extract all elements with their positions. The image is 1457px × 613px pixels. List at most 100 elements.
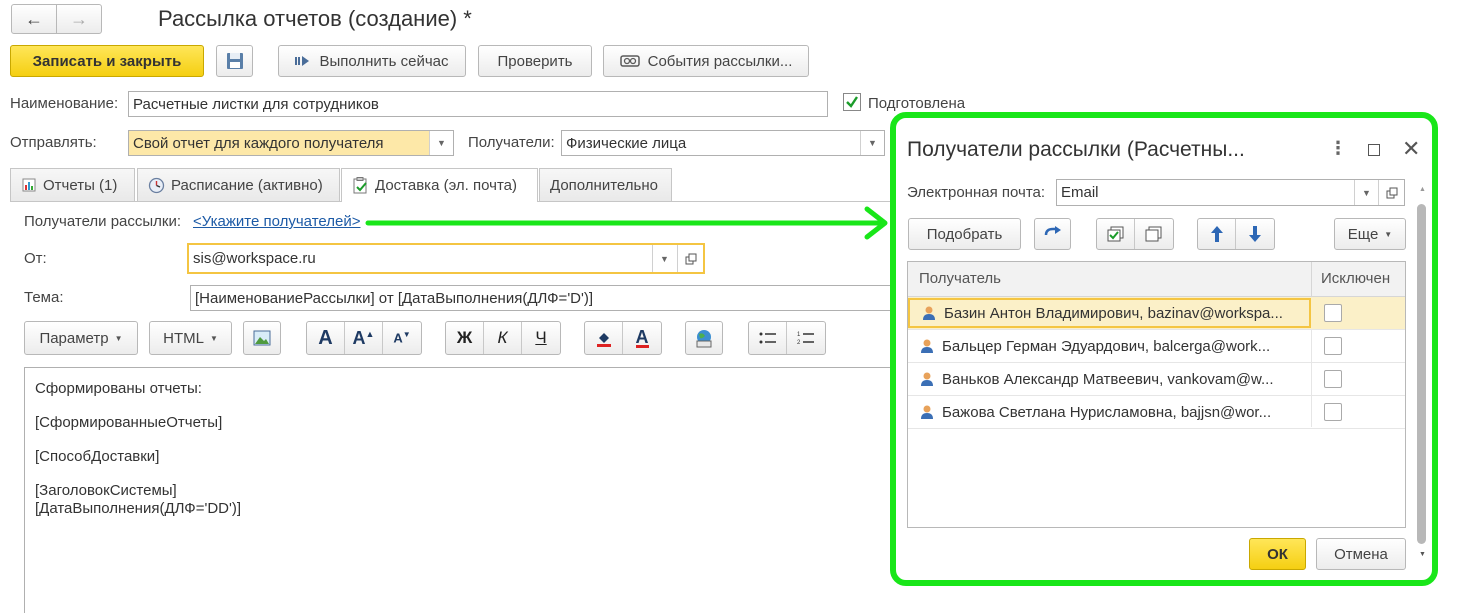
check-all-button[interactable]: [1097, 219, 1135, 249]
refresh-button[interactable]: [1034, 218, 1071, 250]
recipient-name: Бальцер Герман Эдуардович, balcerga@work…: [942, 337, 1271, 355]
report-icon: [22, 178, 36, 192]
table-row[interactable]: Бальцер Герман Эдуардович, balcerga@work…: [908, 330, 1405, 363]
numbered-list-button[interactable]: 12: [787, 322, 825, 354]
run-icon: [295, 56, 310, 66]
subject-field[interactable]: [НаименованиеРассылки] от [ДатаВыполнени…: [190, 285, 900, 311]
events-icon: [619, 55, 640, 67]
font-size-group: A A▲ A▼: [306, 321, 422, 355]
close-icon[interactable]: ✕: [1402, 136, 1420, 162]
col-excluded-header[interactable]: Исключен: [1321, 270, 1390, 287]
svg-text:1: 1: [797, 332, 801, 338]
dropdown-arrow-icon[interactable]: ▼: [860, 131, 884, 155]
col-recipient-header[interactable]: Получатель: [919, 270, 1001, 287]
person-icon: [921, 372, 933, 386]
background-color-button[interactable]: [585, 322, 623, 354]
dropdown-arrow-icon[interactable]: ▼: [1354, 180, 1378, 205]
maximize-icon[interactable]: [1368, 144, 1380, 156]
tab-delivery[interactable]: Доставка (эл. почта): [341, 168, 538, 202]
excluded-checkbox[interactable]: [1324, 304, 1342, 322]
from-field[interactable]: sis@workspace.ru ▼: [187, 243, 705, 274]
more-label: Еще: [1347, 225, 1379, 243]
scrollbar-thumb[interactable]: [1417, 204, 1426, 544]
text-style-group: Ж К Ч: [445, 321, 561, 355]
bold-button[interactable]: Ж: [446, 322, 484, 354]
forward-button[interactable]: →: [56, 4, 102, 34]
save-close-button[interactable]: Записать и закрыть: [10, 45, 204, 77]
redo-arrow-icon: [1044, 226, 1061, 236]
table-row[interactable]: Бажова Светлана Нурисламовна, bajjsn@wor…: [908, 396, 1405, 429]
send-select[interactable]: Свой отчет для каждого получателя ▼: [128, 130, 454, 156]
move-group: [1197, 218, 1275, 250]
check-group: [1096, 218, 1174, 250]
recipient-cell[interactable]: Ваньков Александр Матвеевич, vankovam@w.…: [908, 363, 1311, 395]
excluded-checkbox[interactable]: [1324, 370, 1342, 388]
checkmark-icon: [846, 96, 858, 108]
prepared-checkbox[interactable]: [843, 93, 861, 111]
excluded-checkbox[interactable]: [1324, 337, 1342, 355]
arrow-down-icon: [1249, 226, 1261, 242]
message-editor[interactable]: Сформированы отчеты: [СформированныеОтче…: [24, 367, 904, 613]
back-button[interactable]: ←: [11, 4, 57, 34]
pick-button[interactable]: Подобрать: [908, 218, 1021, 250]
body-line: [СформированныеОтчеты]: [35, 414, 223, 431]
scroll-down-icon[interactable]: ▼: [1419, 551, 1426, 558]
parameter-button[interactable]: Параметр ▼: [24, 321, 138, 355]
recipients-label: Получатели:: [468, 134, 555, 151]
tab-schedule-label: Расписание (активно): [171, 176, 323, 194]
person-icon: [921, 405, 933, 419]
tab-additional-label: Дополнительно: [550, 176, 658, 194]
events-button[interactable]: События рассылки...: [603, 45, 809, 77]
open-icon[interactable]: [677, 245, 703, 272]
open-icon[interactable]: [1378, 180, 1404, 205]
recipient-cell[interactable]: Бажова Светлана Нурисламовна, bajjsn@wor…: [908, 396, 1311, 428]
name-field[interactable]: Расчетные листки для сотрудников: [128, 91, 828, 117]
more-menu-icon[interactable]: ⋮: [1329, 138, 1347, 159]
move-up-button[interactable]: [1198, 219, 1236, 249]
run-now-button[interactable]: Выполнить сейчас: [278, 45, 466, 77]
excluded-checkbox[interactable]: [1324, 403, 1342, 421]
column-divider: [1311, 262, 1312, 297]
email-select[interactable]: Email ▼: [1056, 179, 1405, 206]
run-now-label: Выполнить сейчас: [319, 52, 449, 70]
window-title: Рассылка отчетов (создание) *: [158, 6, 472, 31]
font-normal-button[interactable]: A: [307, 322, 345, 354]
clipboard-check-icon: [353, 177, 367, 194]
body-line: [ДатаВыполнения(ДЛФ='DD')]: [35, 500, 242, 517]
font-decrease-button[interactable]: A▼: [383, 322, 421, 354]
uncheck-all-button[interactable]: [1135, 219, 1173, 249]
svg-text:2: 2: [797, 340, 801, 345]
save-button[interactable]: [216, 45, 253, 77]
dropdown-arrow-icon[interactable]: ▼: [652, 245, 676, 272]
font-increase-icon: A▲: [352, 327, 375, 348]
recipients-select[interactable]: Физические лица ▼: [561, 130, 885, 156]
clock-icon: [148, 177, 165, 193]
recipient-cell[interactable]: Бальцер Герман Эдуардович, balcerga@work…: [908, 330, 1311, 362]
recipient-cell[interactable]: Базин Антон Владимирович, bazinav@worksp…: [908, 298, 1311, 328]
table-header: Получатель Исключен: [908, 262, 1405, 297]
more-button[interactable]: Еще ▼: [1334, 218, 1406, 250]
font-increase-button[interactable]: A▲: [345, 322, 383, 354]
insert-image-button[interactable]: [243, 321, 281, 355]
table-row[interactable]: Базин Антон Владимирович, bazinav@worksp…: [908, 297, 1405, 330]
underline-button[interactable]: Ч: [522, 322, 560, 354]
cancel-button[interactable]: Отмена: [1316, 538, 1406, 570]
insert-link-button[interactable]: [685, 321, 723, 355]
dropdown-arrow-icon[interactable]: ▼: [429, 131, 453, 155]
events-label: События рассылки...: [647, 52, 793, 70]
move-down-button[interactable]: [1236, 219, 1274, 249]
ok-button[interactable]: ОК: [1249, 538, 1306, 570]
text-color-button[interactable]: A: [623, 322, 661, 354]
tab-additional[interactable]: Дополнительно: [539, 168, 672, 201]
bullet-list-button[interactable]: [749, 322, 787, 354]
recipients-link[interactable]: <Укажите получателей>: [193, 213, 360, 230]
table-row[interactable]: Ваньков Александр Матвеевич, vankovam@w.…: [908, 363, 1405, 396]
tab-reports[interactable]: Отчеты (1): [10, 168, 135, 201]
person-icon: [923, 306, 935, 320]
body-line: Сформированы отчеты:: [35, 380, 202, 397]
tab-schedule[interactable]: Расписание (активно): [137, 168, 340, 201]
italic-button[interactable]: К: [484, 322, 522, 354]
html-button[interactable]: HTML ▼: [149, 321, 232, 355]
check-button[interactable]: Проверить: [478, 45, 592, 77]
scroll-up-icon[interactable]: ▲: [1419, 186, 1426, 193]
